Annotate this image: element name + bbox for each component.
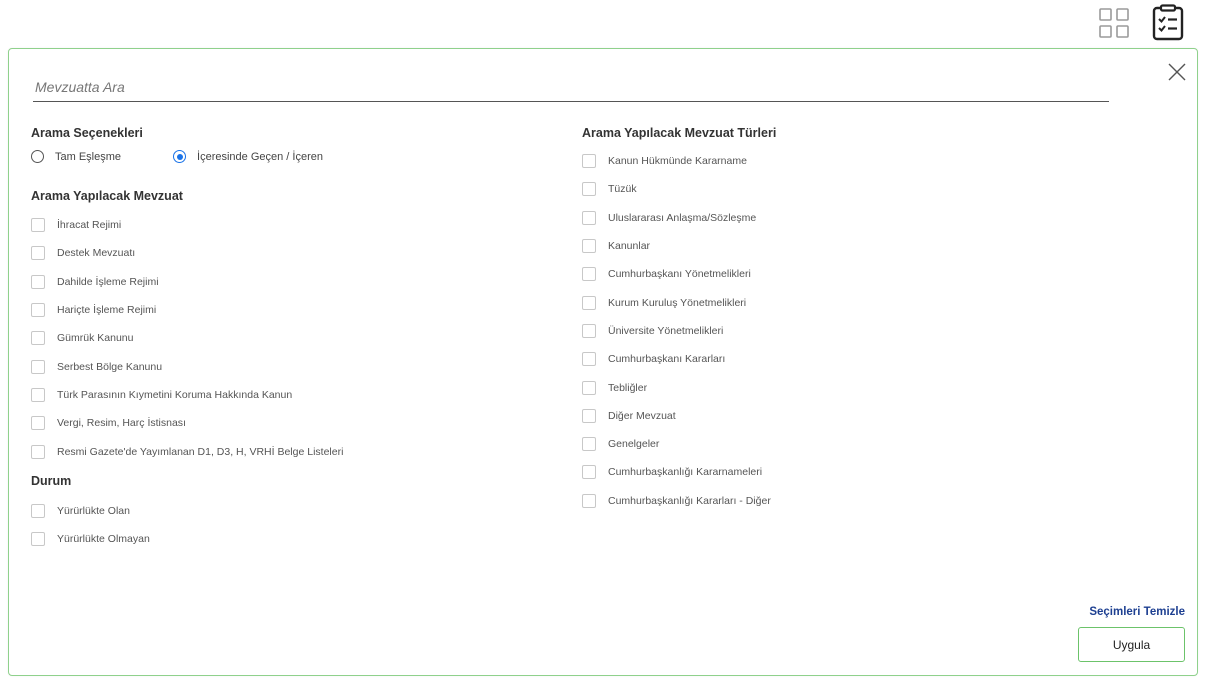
checkbox-item[interactable]: Cumhurbaşkanı Yönetmelikleri — [582, 260, 771, 288]
checkbox[interactable] — [31, 416, 45, 431]
search-filter-panel: Arama Seçenekleri Tam Eşleşme İçeresinde… — [8, 48, 1198, 676]
radio-button[interactable] — [31, 150, 44, 163]
checkbox-label: Uluslararası Anlaşma/Sözleşme — [608, 211, 757, 224]
checkbox-item[interactable]: Gümrük Kanunu — [31, 324, 343, 352]
checkbox-label: Yürürlükte Olan — [57, 505, 130, 518]
checkbox[interactable] — [582, 210, 596, 225]
checkbox-item[interactable]: Üniversite Yönetmelikleri — [582, 317, 771, 345]
checkbox[interactable] — [31, 218, 45, 233]
checkbox-item[interactable]: Destek Mevzuatı — [31, 239, 343, 267]
checkbox-label: Cumhurbaşkanlığı Kararnameleri — [608, 466, 763, 479]
checkbox-label: Tüzük — [608, 183, 637, 196]
checkbox-item[interactable]: Tüzük — [582, 175, 771, 203]
checkbox-item[interactable]: Yürürlükte Olan — [31, 497, 150, 525]
checkbox[interactable] — [582, 437, 596, 452]
checkbox-item[interactable]: Uluslararası Anlaşma/Sözleşme — [582, 204, 771, 232]
checkbox-label: Kurum Kuruluş Yönetmelikleri — [608, 296, 747, 309]
checkbox-item[interactable]: Kurum Kuruluş Yönetmelikleri — [582, 288, 771, 316]
checkbox[interactable] — [582, 182, 596, 197]
checkbox-item[interactable]: Cumhurbaşkanlığı Kararları - Diğer — [582, 487, 771, 515]
radio-contains[interactable]: İçeresinde Geçen / İçeren — [173, 150, 323, 163]
close-icon[interactable] — [1166, 61, 1188, 83]
checkbox-item[interactable]: İhracat Rejimi — [31, 211, 343, 239]
checkbox[interactable] — [582, 493, 596, 508]
checkbox-item[interactable]: Resmi Gazete'de Yayımlanan D1, D3, H, VR… — [31, 437, 343, 465]
checkbox-item[interactable]: Türk Parasının Kıymetini Koruma Hakkında… — [31, 381, 343, 409]
checkbox-item[interactable]: Hariçte İşleme Rejimi — [31, 296, 343, 324]
top-toolbar — [1097, 0, 1208, 46]
checkbox-label: Tebliğler — [608, 381, 648, 394]
checkbox[interactable] — [31, 303, 45, 318]
search-field — [33, 75, 1111, 102]
checkbox-label: Türk Parasının Kıymetini Koruma Hakkında… — [57, 388, 293, 401]
radio-label: Tam Eşleşme — [55, 150, 122, 163]
radio-label: İçeresinde Geçen / İçeren — [197, 150, 323, 163]
search-options-group: Tam Eşleşme İçeresinde Geçen / İçeren — [31, 150, 323, 163]
checkbox-item[interactable]: Diğer Mevzuat — [582, 402, 771, 430]
checkbox[interactable] — [31, 532, 45, 547]
checkbox-label: Diğer Mevzuat — [608, 409, 676, 422]
checkbox[interactable] — [31, 359, 45, 374]
checkbox[interactable] — [582, 239, 596, 254]
legislation-title: Arama Yapılacak Mevzuat — [31, 189, 183, 203]
clear-selections-link[interactable]: Seçimleri Temizle — [1089, 606, 1185, 618]
checkbox[interactable] — [582, 323, 596, 338]
checkbox-item[interactable]: Serbest Bölge Kanunu — [31, 352, 343, 380]
checkbox[interactable] — [582, 465, 596, 480]
checkbox-label: Dahilde İşleme Rejimi — [57, 275, 159, 288]
clipboard-checklist-icon[interactable] — [1151, 4, 1185, 41]
radio-exact-match[interactable]: Tam Eşleşme — [31, 150, 121, 163]
checkbox-label: Gümrük Kanunu — [57, 332, 134, 345]
checkbox-item[interactable]: Cumhurbaşkanlığı Kararnameleri — [582, 458, 771, 486]
checkbox[interactable] — [31, 331, 45, 346]
checkbox[interactable] — [31, 274, 45, 289]
checkbox-label: Kanun Hükmünde Kararname — [608, 155, 747, 168]
checkbox-label: Serbest Bölge Kanunu — [57, 360, 163, 373]
radio-button-selected[interactable] — [173, 150, 187, 163]
checkbox-item[interactable]: Dahilde İşleme Rejimi — [31, 268, 343, 296]
checkbox-label: Genelgeler — [608, 438, 660, 451]
search-input[interactable] — [33, 75, 1111, 99]
checkbox-label: Kanunlar — [608, 240, 651, 253]
checkbox-label: Hariçte İşleme Rejimi — [57, 304, 157, 317]
checkbox[interactable] — [31, 387, 45, 402]
checkbox-item[interactable]: Tebliğler — [582, 373, 771, 401]
checkbox-item[interactable]: Genelgeler — [582, 430, 771, 458]
checkbox[interactable] — [582, 408, 596, 423]
checkbox-label: İhracat Rejimi — [57, 219, 122, 232]
checkbox-item[interactable]: Cumhurbaşkanı Kararları — [582, 345, 771, 373]
checkbox-item[interactable]: Kanunlar — [582, 232, 771, 260]
checkbox[interactable] — [31, 504, 45, 519]
types-title: Arama Yapılacak Mevzuat Türleri — [582, 126, 777, 140]
legislation-list: İhracat Rejimi Destek Mevzuatı Dahilde İ… — [31, 211, 343, 466]
checkbox-label: Resmi Gazete'de Yayımlanan D1, D3, H, VR… — [57, 445, 344, 458]
checkbox-label: Üniversite Yönetmelikleri — [608, 324, 724, 337]
checkbox-label: Cumhurbaşkanı Kararları — [608, 353, 726, 366]
checkbox-label: Yürürlükte Olmayan — [57, 533, 150, 546]
apply-button[interactable]: Uygula — [1078, 627, 1185, 662]
checkbox[interactable] — [582, 154, 596, 169]
checkbox[interactable] — [582, 267, 596, 282]
checkbox-label: Vergi, Resim, Harç İstisnası — [57, 417, 186, 430]
types-list: Kanun Hükmünde Kararname Tüzük Uluslarar… — [582, 147, 771, 515]
checkbox-item[interactable]: Yürürlükte Olmayan — [31, 525, 150, 553]
grid-icon[interactable] — [1097, 6, 1131, 40]
checkbox[interactable] — [31, 246, 45, 261]
checkbox-item[interactable]: Kanun Hükmünde Kararname — [582, 147, 771, 175]
checkbox-label: Cumhurbaşkanı Yönetmelikleri — [608, 268, 751, 281]
checkbox-label: Destek Mevzuatı — [57, 247, 136, 260]
checkbox-item[interactable]: Vergi, Resim, Harç İstisnası — [31, 409, 343, 437]
status-title: Durum — [31, 474, 72, 488]
checkbox[interactable] — [582, 352, 596, 367]
search-options-title: Arama Seçenekleri — [31, 126, 143, 140]
checkbox[interactable] — [582, 380, 596, 395]
checkbox[interactable] — [31, 444, 45, 459]
checkbox[interactable] — [582, 295, 596, 310]
status-list: Yürürlükte Olan Yürürlükte Olmayan — [31, 497, 150, 554]
checkbox-label: Cumhurbaşkanlığı Kararları - Diğer — [608, 494, 771, 507]
